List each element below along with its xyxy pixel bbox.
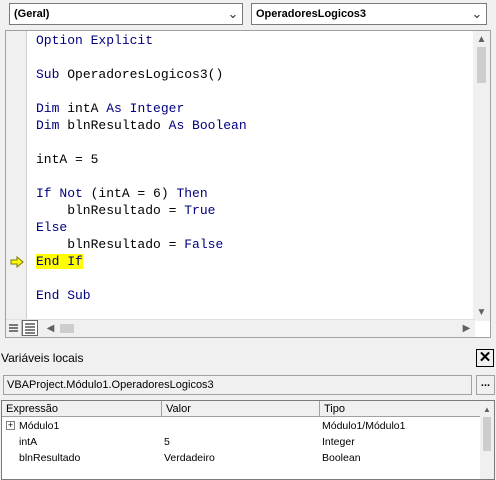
close-icon[interactable]: ✕ [476,349,494,367]
code-keyword: As Boolean [168,118,247,133]
locals-cell-value[interactable]: Verdadeiro [164,450,215,466]
locals-cell-expr: Módulo1 [19,420,60,432]
column-header-value[interactable]: Valor [162,401,320,417]
column-header-type[interactable]: Tipo [320,401,482,417]
margin-indicator-bar[interactable] [6,31,27,321]
code-keyword: If Not [36,186,91,201]
object-combo[interactable]: (Geral) ⌄ [9,3,243,25]
code-line[interactable]: End Sub [36,287,247,304]
locals-vertical-scrollbar[interactable]: ▲ [480,401,494,479]
scroll-thumb[interactable] [483,417,491,451]
locals-window-title: Variáveis locais [1,351,84,365]
column-header-expression[interactable]: Expressão [2,401,162,417]
code-line[interactable]: blnResultado = False [36,236,247,253]
code-line[interactable] [36,83,247,100]
locals-context-field: VBAProject.Módulo1.OperadoresLogicos3 [3,375,472,395]
code-line[interactable]: Dim intA As Integer [36,100,247,117]
scroll-up-icon[interactable]: ▲ [480,401,494,418]
scroll-thumb[interactable] [477,47,486,83]
procedure-combo[interactable]: OperadoresLogicos3 ⌄ [251,3,487,25]
code-text[interactable]: Option Explicit Sub OperadoresLogicos3()… [36,32,247,304]
procedure-combo-value: OperadoresLogicos3 [256,8,367,20]
call-stack-button[interactable]: ... [476,375,495,395]
scroll-up-icon[interactable]: ▲ [473,31,490,48]
scroll-right-icon[interactable]: ▶ [458,320,475,337]
code-token: blnResultado = [36,203,185,218]
full-module-view-icon[interactable] [22,320,38,336]
code-line[interactable] [36,168,247,185]
scroll-left-icon[interactable]: ◀ [42,320,59,337]
code-editor[interactable]: Option Explicit Sub OperadoresLogicos3()… [5,30,491,338]
code-token: blnResultado [67,118,169,133]
locals-cell-value[interactable]: 5 [164,434,170,450]
code-keyword: True [184,203,216,218]
code-line[interactable] [36,134,247,151]
scroll-down-icon[interactable]: ▼ [473,304,490,321]
locals-grid[interactable]: Expressão Valor Tipo + Módulo1 Módulo1/Mód… [1,400,495,480]
locals-cell-expr: blnResultado [19,452,81,464]
locals-cell-expr: intA [19,436,38,448]
code-token: intA [67,101,107,116]
code-line[interactable]: If Not (intA = 6) Then [36,185,247,202]
code-line[interactable] [36,270,247,287]
code-keyword: False [184,237,224,252]
chevron-down-icon[interactable]: ⌄ [468,4,486,24]
code-keyword: Option Explicit [36,33,154,48]
code-keyword: Then [176,186,208,201]
code-line[interactable]: Sub OperadoresLogicos3() [36,66,247,83]
h-scroll-thumb[interactable] [60,324,74,333]
code-token: OperadoresLogicos3() [67,67,224,82]
execution-pointer-icon [10,256,24,268]
code-keyword: End Sub [36,288,91,303]
code-keyword: As Integer [106,101,185,116]
object-combo-value: (Geral) [14,8,50,20]
code-line[interactable]: Dim blnResultado As Boolean [36,117,247,134]
code-line[interactable]: intA = 5 [36,151,247,168]
expand-plus-icon[interactable]: + [6,421,15,430]
code-line[interactable]: Else [36,219,247,236]
horizontal-scrollbar[interactable]: ◀ ▶ [6,319,475,337]
code-token: (intA = 6) [90,186,177,201]
code-keyword: End If [36,254,83,269]
code-token: intA = 5 [36,152,99,167]
locals-cell-type: Integer [322,436,355,448]
code-keyword: Sub [36,67,68,82]
code-line[interactable]: End If [36,253,247,270]
code-token: blnResultado = [36,237,185,252]
procedure-view-icon[interactable] [6,320,22,336]
code-line[interactable] [36,49,247,66]
vertical-scrollbar[interactable]: ▲ ▼ [473,31,490,321]
code-line[interactable]: blnResultado = True [36,202,247,219]
code-keyword: Dim [36,118,68,133]
code-keyword: Else [36,220,68,235]
code-line[interactable]: Option Explicit [36,32,247,49]
chevron-down-icon[interactable]: ⌄ [224,4,242,24]
locals-cell-type: Boolean [322,452,361,464]
locals-cell-type: Módulo1/Módulo1 [322,420,406,432]
code-keyword: Dim [36,101,68,116]
